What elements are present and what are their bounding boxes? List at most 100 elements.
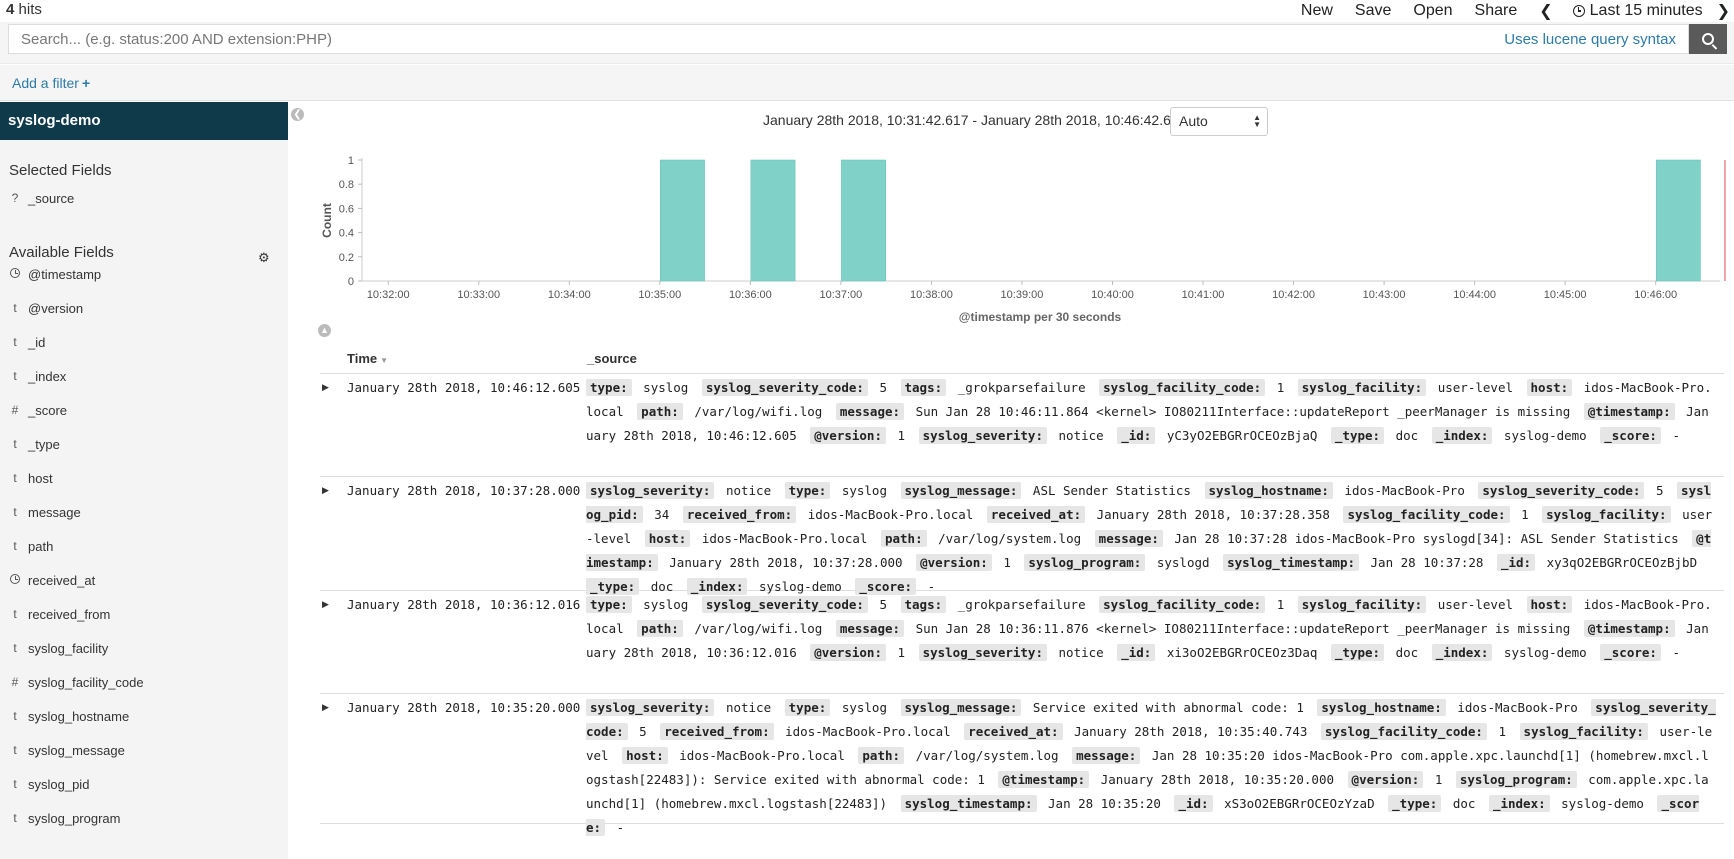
source-field-value: notice [725,483,772,498]
search-icon [1702,33,1714,45]
field-item[interactable]: # _score [0,397,288,423]
table-row: ▶ January 28th 2018, 10:36:12.016 type: sy… [320,591,1724,694]
string-type-icon: t [13,335,17,349]
y-tick-label: 1 [348,155,354,167]
source-field-key: @version: [916,554,992,571]
source-field-value: 5 [879,597,887,612]
field-item[interactable]: t _id [0,329,288,355]
field-item[interactable]: t received_from [0,601,288,627]
source-field-value: January 28th 2018, 10:35:20.000 [1100,772,1335,787]
field-item[interactable]: t syslog_program [0,805,288,831]
source-field-key: @timestamp: [998,771,1090,788]
column-header-time[interactable]: Time ▼ [347,351,388,366]
index-pattern-title[interactable]: syslog-demo [0,102,288,140]
field-item[interactable]: t _type [0,431,288,457]
histogram-bar[interactable] [841,159,886,282]
histogram-chart[interactable]: 0 0.2 0.4 0.6 0.8 1 10:32:00 10:33:00 10:34:00 10… [300,140,1730,332]
source-field-key: _index: [1488,795,1550,812]
share-button[interactable]: Share [1475,2,1518,20]
source-field-key: syslog_severity: [586,699,715,716]
new-button[interactable]: New [1301,2,1333,20]
source-field-key: syslog_facility_code: [1099,379,1266,396]
source-field-value: syslog [643,380,689,395]
field-item[interactable]: t syslog_hostname [0,703,288,729]
open-button[interactable]: Open [1413,2,1452,20]
x-tick-label: 10:46:00 [1634,289,1677,301]
search-input[interactable] [9,30,1505,48]
source-field-key: received_at: [964,723,1063,740]
source-field-value: syslog [841,700,887,715]
source-field-key: _type: [1330,427,1385,444]
source-field-value: _grokparsefailure [957,380,1086,395]
field-item[interactable]: t syslog_message [0,737,288,763]
lucene-syntax-link[interactable]: Uses lucene query syntax [1504,31,1676,48]
x-tick-label: 10:41:00 [1182,289,1225,301]
source-field-key: message: [835,620,905,637]
source-field-key: syslog_facility_code: [1343,506,1510,523]
source-field-value: January 28th 2018, 10:37:28.000 [669,555,903,570]
collapse-chart-button[interactable]: ▲ [318,324,331,337]
source-field-key: syslog_facility: [1297,379,1427,396]
y-tick-label: 0.6 [339,203,354,215]
source-field-key: _id: [1496,554,1536,571]
x-tick-label: 10:43:00 [1363,289,1406,301]
interval-select[interactable]: Auto ▲ ▼ [1170,107,1268,136]
source-field-key: _index: [1431,427,1493,444]
save-button[interactable]: Save [1355,2,1391,20]
string-type-icon: t [13,777,17,791]
source-field-value: Sun Jan 28 10:36:11.876 <kernel> IO80211… [915,621,1571,636]
chevron-right-icon[interactable]: ❯ [1717,1,1730,21]
chevron-left-icon[interactable]: ❮ [1539,1,1552,21]
field-item[interactable]: t _index [0,363,288,389]
histogram-bar[interactable] [1655,159,1701,282]
source-field-value: idos-MacBook-Pro.local [785,724,951,739]
search-button[interactable] [1689,24,1727,54]
field-item[interactable]: t host [0,465,288,491]
source-field-value: idos-MacBook-Pro [1344,483,1465,498]
source-field-key: message: [1072,747,1141,764]
x-tick-label: 10:38:00 [910,289,953,301]
source-field-key: syslog_program: [1024,554,1146,571]
row-time: January 28th 2018, 10:46:12.605 [347,380,581,395]
source-field-value: 5 [1655,483,1664,498]
field-item[interactable]: t @version [0,295,288,321]
source-field-key: tags: [900,596,947,613]
field-item[interactable]: # syslog_facility_code [0,669,288,695]
source-field-key: path: [880,530,927,547]
hits-count: 4 hits [6,1,42,18]
number-type-icon: # [11,675,19,689]
string-type-icon: t [13,743,17,757]
source-field-key: type: [784,482,831,499]
field-item[interactable]: t path [0,533,288,559]
expand-row-icon[interactable]: ▶ [322,485,329,496]
expand-row-icon[interactable]: ▶ [322,702,329,713]
histogram-bar[interactable] [660,159,705,282]
source-field-key: _id: [1117,427,1156,444]
expand-row-icon[interactable]: ▶ [322,599,329,610]
field-name: host [28,470,53,486]
source-field-value: 1 [897,428,906,443]
source-field-value: syslog-demo [1561,796,1644,811]
field-item[interactable]: t syslog_facility [0,635,288,661]
field-item[interactable]: t message [0,499,288,525]
field-name: received_at [28,572,96,588]
source-field-value: /var/log/wifi.log [694,404,823,419]
field-item[interactable]: @timestamp [0,261,288,287]
source-field-value: doc [1395,428,1419,443]
add-filter-button[interactable]: Add a filter + [12,75,90,91]
source-field-value: 1 [1498,724,1507,739]
time-picker[interactable]: Last 15 minutes [1572,2,1703,20]
row-source: type: syslog syslog_severity_code: 5 tag… [586,376,1716,448]
field-item[interactable]: received_at [0,567,288,593]
source-field-value: syslog-demo [1503,428,1587,443]
collapse-sidebar-button[interactable]: ❮ [291,108,304,121]
field-item[interactable]: t syslog_pid [0,771,288,797]
source-field-key: syslog_message: [900,699,1022,716]
string-type-icon: t [13,539,17,553]
expand-row-icon[interactable]: ▶ [322,382,329,393]
x-axis-label: @timestamp per 30 seconds [959,310,1122,324]
source-field-key: syslog_timestamp: [1223,554,1359,571]
histogram-bar[interactable] [750,159,796,282]
source-field-value: 1 [1276,380,1285,395]
field-item[interactable]: ? _source [0,185,288,211]
